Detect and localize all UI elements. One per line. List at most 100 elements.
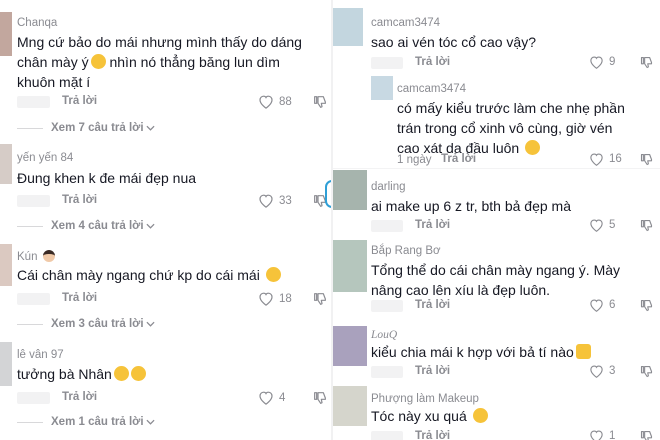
heart-icon [590, 153, 603, 166]
reply-button[interactable]: Trả lời [415, 56, 450, 68]
heart-icon [590, 56, 603, 69]
dislike-icon[interactable] [312, 390, 328, 406]
dislike-icon[interactable] [312, 291, 328, 307]
comment-text: tưởng bà Nhân [17, 364, 307, 384]
like-button[interactable]: 5 [589, 218, 615, 232]
view-replies-link[interactable]: Xem 3 câu trả lời [17, 318, 155, 330]
comment-username[interactable]: Kún [17, 250, 55, 263]
comment-text: Cái chân mày ngang chứ kp do cái mái [17, 265, 307, 285]
timestamp-blurred [371, 220, 403, 232]
timestamp-blurred [371, 300, 403, 312]
like-button[interactable]: 3 [589, 364, 615, 378]
comment-panel-right: camcam3474 sao ai vén tóc cổ cao vậy? Tr… [333, 0, 660, 440]
heart-icon [259, 292, 273, 306]
reply-button[interactable]: Trả lời [62, 194, 97, 206]
comment-username[interactable]: LouQ [371, 329, 397, 341]
like-count: 3 [609, 365, 616, 377]
timestamp-blurred [17, 293, 50, 305]
comment-text: Tổng thể do cái chân mày ngang ý. Mày nâ… [371, 262, 621, 298]
timestamp-blurred [371, 431, 403, 440]
like-button[interactable]: 6 [589, 298, 615, 312]
avatar[interactable] [333, 240, 367, 292]
divider [17, 323, 43, 325]
comment-text: Đung khen k đe mái đẹp nua [17, 170, 197, 186]
laughing-tears-emoji [265, 267, 281, 282]
comment-text: Tóc này xu quá [371, 406, 641, 426]
like-button[interactable]: 1 [589, 429, 615, 440]
like-button[interactable]: 18 [258, 291, 292, 306]
comment-username[interactable]: Phượng làm Makeup [371, 393, 479, 405]
timestamp-blurred [17, 195, 50, 207]
chevron-down-icon [146, 419, 155, 425]
avatar[interactable] [0, 12, 12, 56]
comment-text: có mấy kiểu trước làm che nhẹ phần trán … [397, 100, 625, 156]
avatar[interactable] [333, 326, 367, 366]
dislike-icon[interactable] [639, 364, 654, 379]
like-button[interactable]: 4 [258, 390, 285, 405]
comment-username[interactable]: Bắp Rang Bơ [371, 245, 441, 257]
reply-button[interactable]: Trả lời [415, 299, 450, 311]
heart-icon [259, 391, 273, 405]
timestamp-blurred [371, 366, 403, 378]
rofl-emoji [130, 366, 146, 381]
dislike-icon[interactable] [639, 218, 654, 233]
heart-icon [590, 299, 603, 312]
heart-icon [259, 194, 273, 208]
chevron-down-icon [146, 321, 155, 327]
like-button[interactable]: 16 [589, 152, 622, 166]
chevron-down-icon [146, 223, 155, 229]
avatar[interactable] [333, 8, 363, 46]
heart-icon [590, 365, 603, 378]
like-count: 33 [279, 194, 292, 207]
reply-button[interactable]: Trả lời [415, 365, 450, 377]
comment-text: kiểu chia mái k hợp với bả tí nào [371, 342, 641, 362]
view-replies-link[interactable]: Xem 7 câu trả lời [17, 122, 155, 134]
like-button[interactable]: 33 [258, 193, 292, 208]
timestamp-blurred [17, 392, 50, 404]
like-count: 1 [609, 430, 616, 440]
girl-face-emoji [42, 250, 55, 262]
timestamp: 1 ngày [397, 154, 432, 166]
like-button[interactable]: 88 [258, 94, 292, 109]
comment-username[interactable]: lê vân 97 [17, 349, 64, 361]
comment-text: ai make up 6 z tr, bth bả đẹp mà [371, 198, 572, 214]
divider [17, 225, 43, 227]
like-count: 6 [609, 299, 616, 311]
dislike-icon[interactable] [639, 152, 654, 167]
comment-username[interactable]: camcam3474 [371, 17, 440, 29]
reply-button[interactable]: Trả lời [62, 95, 97, 107]
timestamp-blurred [371, 57, 403, 69]
avatar[interactable] [371, 76, 393, 100]
dislike-icon[interactable] [639, 298, 654, 313]
view-replies-link[interactable]: Xem 4 câu trả lời [17, 220, 155, 232]
view-replies-link[interactable]: Xem 1 câu trả lời [17, 416, 155, 428]
timestamp-blurred [17, 96, 50, 108]
reply-button[interactable]: Trả lời [62, 391, 97, 403]
grinning-sweat-emoji [90, 54, 106, 69]
dislike-icon[interactable] [639, 55, 654, 70]
reply-button[interactable]: Trả lời [415, 219, 450, 231]
reply-button[interactable]: Trả lời [62, 292, 97, 304]
comment-username[interactable]: yến yến 84 [17, 152, 73, 164]
like-button[interactable]: 9 [589, 55, 615, 69]
comment-username[interactable]: Chanqa [17, 17, 57, 29]
reply-button[interactable]: Trả lời [441, 153, 476, 165]
avatar[interactable] [0, 342, 12, 386]
reply-button[interactable]: Trả lời [415, 430, 450, 440]
comment-panel-left: Chanqa Mng cứ bảo do mái nhưng mình thấy… [0, 0, 333, 440]
laughing-tears-emoji [472, 408, 488, 423]
pleading-emoji [525, 140, 541, 155]
avatar[interactable] [0, 244, 12, 286]
comment-username[interactable]: darling [371, 181, 406, 193]
like-count: 9 [609, 56, 616, 68]
comment-text: sao ai vén tóc cổ cao vậy? [371, 34, 536, 50]
comment-username[interactable]: camcam3474 [397, 83, 466, 95]
avatar[interactable] [0, 144, 12, 184]
dislike-icon[interactable] [312, 94, 328, 110]
like-count: 16 [609, 153, 622, 165]
divider [17, 127, 43, 129]
avatar[interactable] [333, 386, 367, 426]
avatar[interactable] [333, 170, 367, 210]
dislike-icon[interactable] [639, 429, 654, 440]
divider [17, 421, 43, 423]
